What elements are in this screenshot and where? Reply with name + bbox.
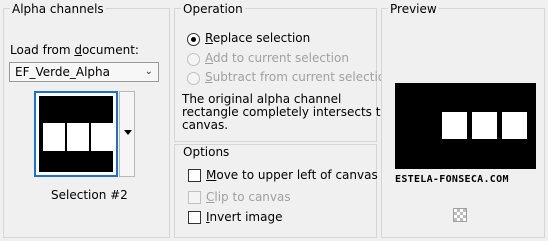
chevron-down-icon: ⌄ [144, 66, 153, 77]
move-to-upper-left-checkbox[interactable] [188, 169, 201, 182]
add-to-selection-radio[interactable] [187, 53, 200, 66]
clip-to-canvas-checkbox[interactable] [188, 191, 201, 204]
invert-image-checkbox[interactable] [188, 211, 201, 224]
load-from-document-label: Load from document: [10, 43, 139, 57]
selection-dropdown-button[interactable] [119, 91, 135, 177]
preview-title: Preview [388, 2, 439, 16]
selection-thumbnail[interactable] [34, 91, 118, 177]
replace-selection-radio[interactable] [187, 33, 200, 46]
options-title: Options [181, 145, 232, 159]
preview-cell [502, 112, 527, 139]
radio-selected-dot [191, 37, 196, 42]
selection-thumbnail-image [39, 96, 113, 172]
selection-label: Selection #2 [51, 188, 128, 202]
operation-message-line-1: The original alpha channel [182, 92, 342, 106]
preview-cell [472, 112, 497, 139]
document-select[interactable]: EF_Verde_Alpha ⌄ [9, 62, 159, 82]
operation-message-line-3: canvas. [182, 118, 229, 132]
thumbnail-cell [43, 123, 65, 151]
replace-selection-label[interactable]: Replace selection [205, 31, 310, 45]
invert-image-label[interactable]: Invert image [206, 210, 282, 224]
operation-title: Operation [181, 2, 245, 16]
preview-image [395, 83, 536, 169]
thumbnail-cell [91, 123, 113, 151]
watermark-text: ESTELA-FONSECA.COM [395, 174, 509, 185]
subtract-from-selection-label[interactable]: Subtract from current selection [205, 70, 393, 84]
dropdown-arrow-icon [124, 130, 132, 135]
alpha-channels-title: Alpha channels [10, 2, 106, 16]
move-to-upper-left-label[interactable]: Move to upper left of canvas [206, 168, 378, 182]
document-select-value: EF_Verde_Alpha [15, 65, 110, 79]
add-to-selection-label[interactable]: Add to current selection [205, 51, 349, 65]
subtract-from-selection-radio[interactable] [187, 72, 200, 85]
clip-to-canvas-label[interactable]: Clip to canvas [206, 190, 291, 204]
operation-message-line-2: rectangle completely intersects the [182, 105, 396, 119]
thumbnail-cell [67, 123, 89, 151]
transparency-checker-icon [453, 208, 467, 222]
preview-cell [442, 112, 467, 139]
